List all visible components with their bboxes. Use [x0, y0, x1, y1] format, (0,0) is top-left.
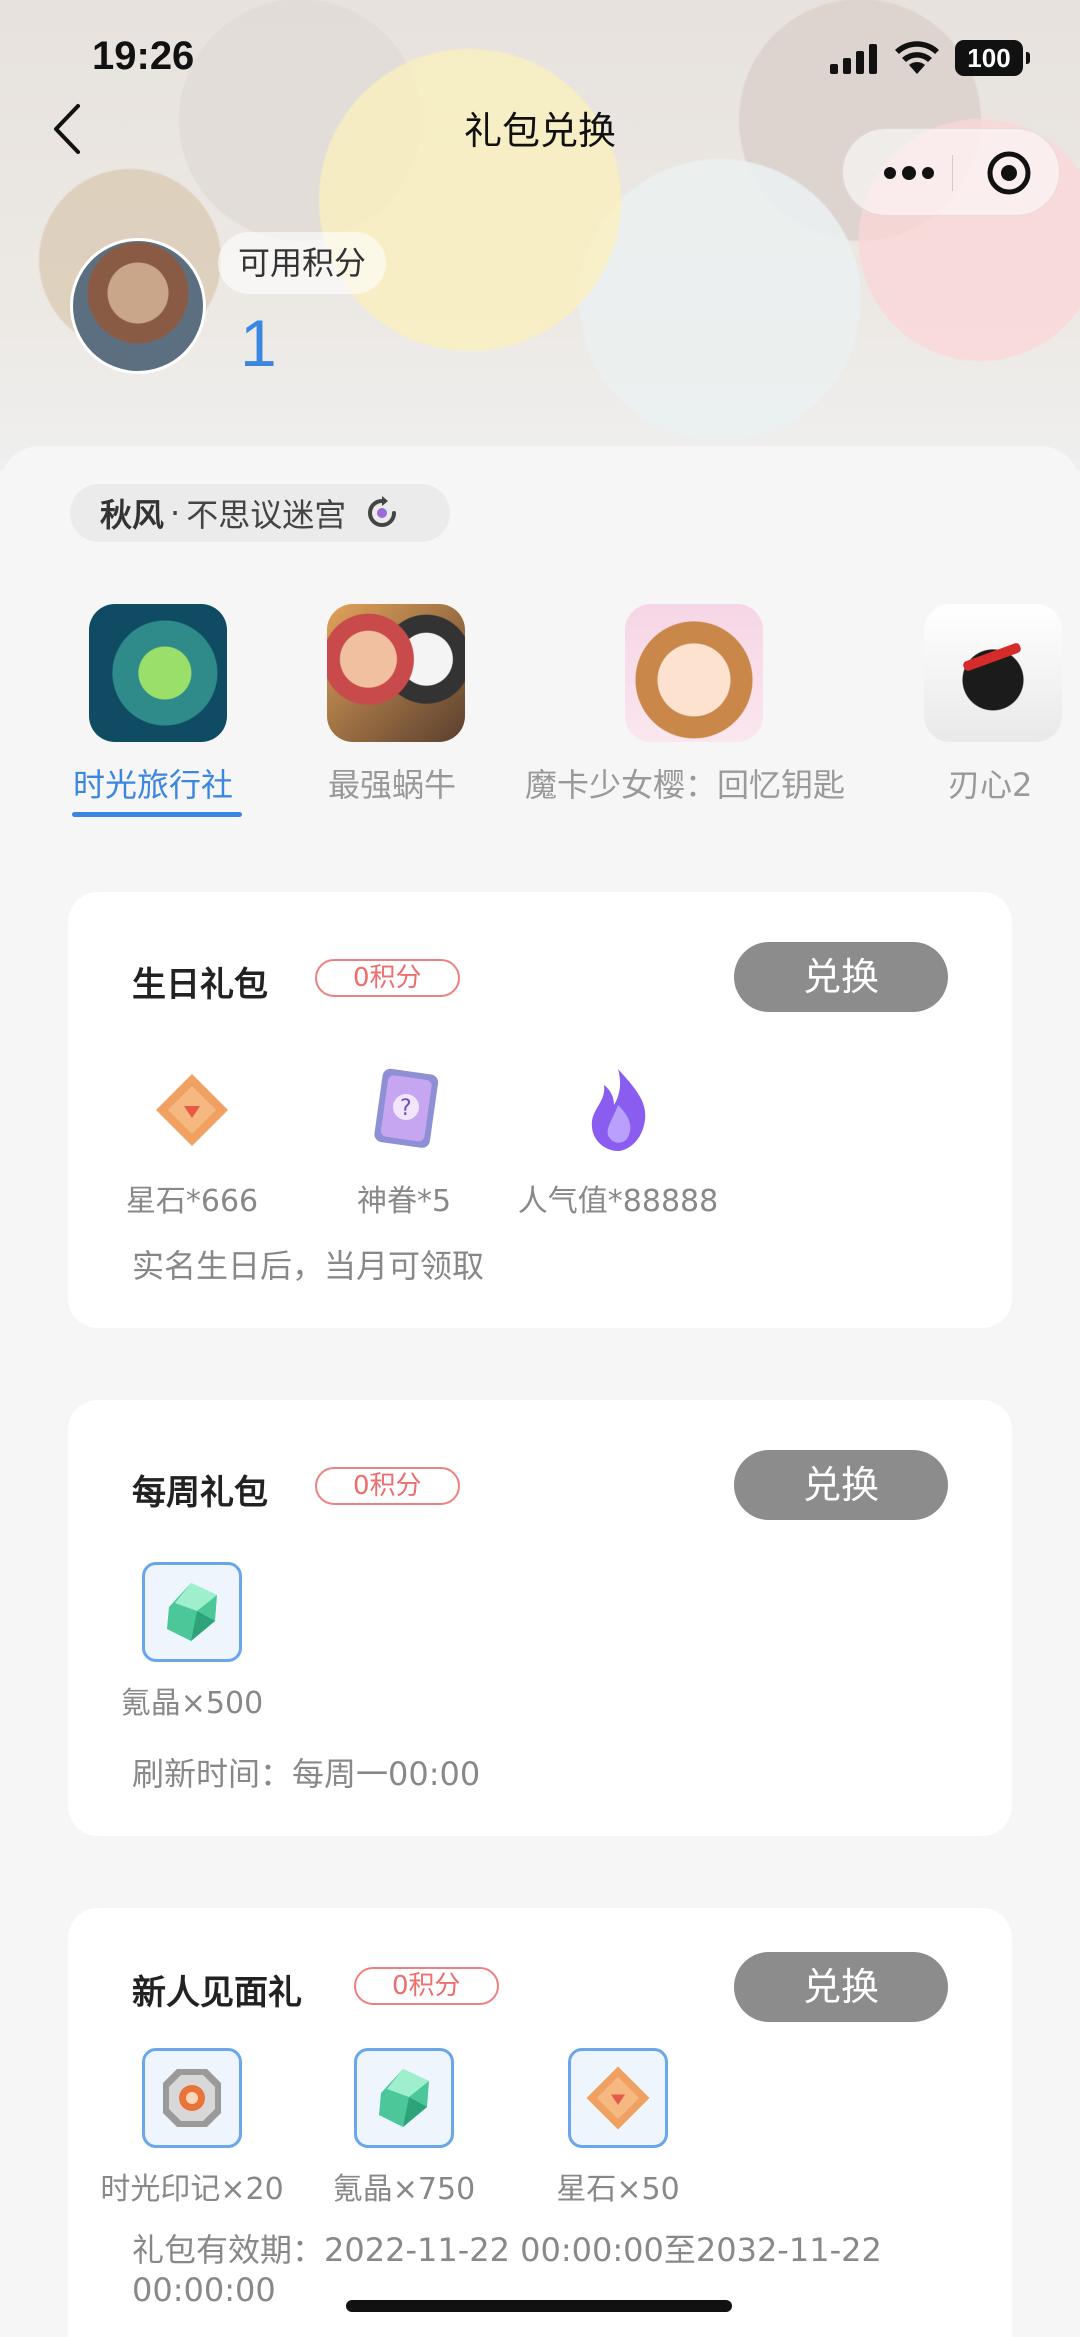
reward-label: 神眷*5: [356, 1184, 452, 1219]
divine-card-icon: ?: [354, 1060, 454, 1160]
redeem-button[interactable]: 兑换: [734, 1450, 948, 1520]
svg-text:?: ?: [400, 1096, 412, 1121]
tab-game-4[interactable]: 刃心2: [920, 600, 1080, 820]
game-tabs: 时光旅行社 最强蜗牛 魔卡少女樱：回忆钥匙 刃心2: [0, 600, 1080, 820]
tab-label: 最强蜗牛: [328, 766, 457, 804]
cost-badge: 0积分: [315, 959, 460, 997]
reward-label: 时光印记×20: [100, 2172, 284, 2207]
points-label: 可用积分: [218, 232, 387, 294]
cost-badge: 0积分: [354, 1967, 499, 2005]
card-note-line-2: 00:00:00: [132, 2271, 276, 2309]
more-button[interactable]: [871, 129, 947, 217]
status-time: 19:26: [92, 34, 195, 78]
card-title: 每周礼包: [132, 1473, 268, 1513]
wifi-icon: [895, 41, 939, 74]
reward-label: 人气值*88888: [517, 1184, 719, 1219]
reward-item: 星石×50: [508, 2048, 728, 2208]
tab-game-3[interactable]: 魔卡少女樱：回忆钥匙: [520, 600, 845, 820]
star-stone-icon: [568, 2048, 668, 2148]
target-close-icon: [987, 151, 1031, 195]
home-indicator: [346, 2300, 732, 2312]
game-icon-3: [625, 604, 763, 742]
game-name: 不思议迷宫: [186, 496, 347, 534]
purple-flame-icon: [568, 1060, 668, 1160]
game-selector[interactable]: 秋风 · 不思议迷宫: [70, 484, 450, 542]
tab-label: 刃心2: [948, 766, 1033, 804]
game-icon-2: [327, 604, 465, 742]
star-stone-icon: [142, 1060, 242, 1160]
close-button[interactable]: [971, 129, 1047, 217]
green-crystal-icon: [142, 1562, 242, 1662]
reward-label: 氪晶×500: [120, 1686, 264, 1721]
tab-label: 魔卡少女樱：回忆钥匙: [525, 766, 846, 804]
gift-card-birthday: 生日礼包 0积分 兑换 星石*666 ? 神眷*5 人气值*88888 实名生日…: [68, 892, 1012, 1328]
card-title: 新人见面礼: [132, 1973, 302, 2013]
reward-item: 氪晶×750: [294, 2048, 514, 2208]
reward-item: 氪晶×500: [82, 1562, 302, 1722]
card-note: 实名生日后，当月可领取: [132, 1247, 485, 1285]
active-tab-indicator: [72, 812, 242, 817]
server-name: 秋风: [100, 496, 165, 534]
gift-card-newcomer: 新人见面礼 0积分 兑换 时光印记×20 氪晶×750 星石×50 礼包有效期：…: [68, 1908, 1012, 2337]
reward-item: 时光印记×20: [82, 2048, 302, 2208]
battery-icon: 100: [955, 40, 1030, 76]
mini-program-capsule: [842, 128, 1060, 216]
reward-item: ? 神眷*5: [294, 1060, 514, 1220]
tab-game-2[interactable]: 最强蜗牛: [260, 600, 520, 820]
reward-label: 星石*666: [125, 1184, 259, 1219]
time-seal-icon: [142, 2048, 242, 2148]
card-note: 刷新时间：每周一00:00: [132, 1755, 481, 1793]
points-value: 1: [240, 306, 277, 380]
game-icon-1: [89, 604, 227, 742]
more-dots-icon: [884, 166, 934, 180]
card-title: 生日礼包: [132, 965, 268, 1005]
reward-label: 氪晶×750: [332, 2172, 476, 2207]
cost-badge: 0积分: [315, 1467, 460, 1505]
reward-item: 星石*666: [82, 1060, 302, 1220]
reward-label: 星石×50: [556, 2172, 680, 2207]
tab-label: 时光旅行社: [73, 766, 234, 804]
capsule-divider: [952, 155, 953, 191]
tab-game-1[interactable]: 时光旅行社: [0, 600, 260, 820]
green-crystal-icon: [354, 2048, 454, 2148]
reward-item: 人气值*88888: [508, 1060, 728, 1220]
separator: ·: [170, 494, 181, 532]
gift-card-weekly: 每周礼包 0积分 兑换 氪晶×500 刷新时间：每周一00:00: [68, 1400, 1012, 1836]
card-note-line-1: 礼包有效期：2022-11-22 00:00:00至2032-11-22: [132, 2231, 882, 2269]
redeem-button[interactable]: 兑换: [734, 1952, 948, 2022]
redeem-button[interactable]: 兑换: [734, 942, 948, 1012]
signal-icon: [830, 44, 877, 74]
game-icon-4: [924, 604, 1062, 742]
avatar[interactable]: [70, 238, 206, 374]
refresh-icon: [364, 495, 400, 531]
